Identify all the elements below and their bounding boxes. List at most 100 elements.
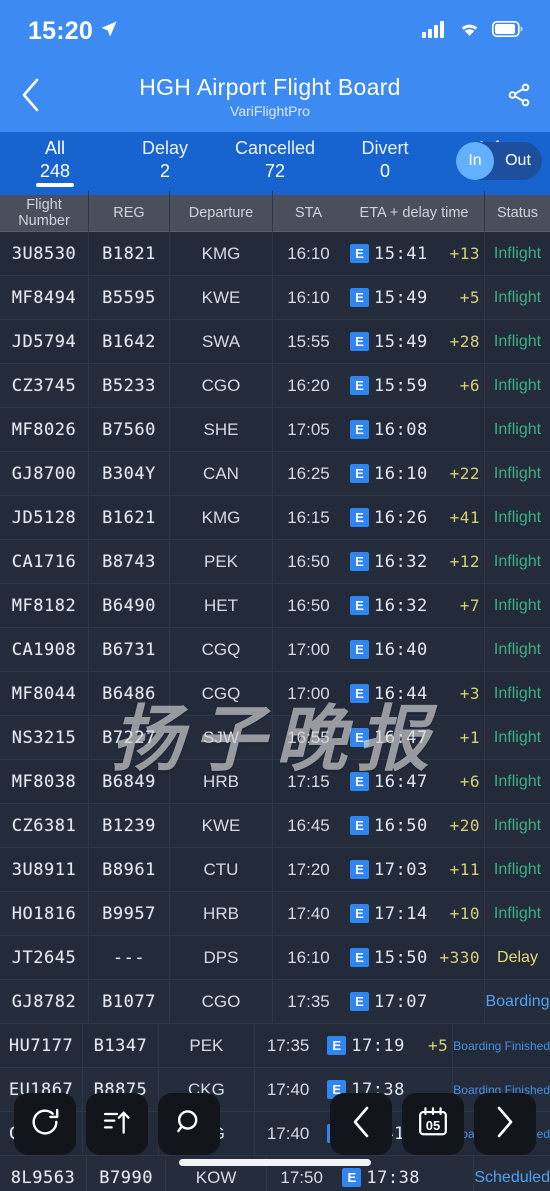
chevron-right-icon	[490, 1104, 520, 1145]
cell-status: Inflight	[484, 231, 550, 276]
table-row[interactable]: JT2645 --- DPS 16:10 E 15:50 +330 Delay	[0, 935, 550, 980]
eta-text: 16:50	[374, 815, 428, 836]
status-badge: Inflight	[493, 552, 542, 570]
flight-number-text: HU7177	[8, 1035, 74, 1056]
cell-flight-number: CA1716	[0, 552, 88, 572]
table-row[interactable]: 3U8911 B8961 CTU 17:20 E 17:03 +11 Inflight	[0, 847, 550, 892]
cell-departure: SJW	[170, 728, 272, 748]
reg-text: B1077	[102, 991, 156, 1012]
toggle-out-option[interactable]: Out	[494, 152, 542, 170]
status-badge: Inflight	[493, 904, 542, 922]
tab-cancelled[interactable]: Cancelled 72	[220, 137, 330, 183]
column-header-eta: ETA + delay time	[359, 205, 469, 221]
calendar-button[interactable]: 05	[402, 1093, 464, 1155]
chevron-left-icon	[346, 1104, 376, 1145]
cell-reg: B9957	[88, 891, 170, 936]
cell-eta: E 15:50 +330	[344, 948, 484, 968]
reg-text: B7990	[99, 1167, 153, 1188]
delay-minutes-text: +5	[428, 1036, 449, 1055]
cell-sta: 16:25	[272, 451, 344, 496]
eta-text: 17:19	[351, 1035, 405, 1056]
table-row[interactable]: MF8026 B7560 SHE 17:05 E 16:08 Inflight	[0, 407, 550, 452]
tab-divert[interactable]: Divert 0	[330, 137, 440, 183]
estimated-badge-icon: E	[350, 816, 369, 835]
estimated-badge-icon: E	[342, 1168, 362, 1187]
status-badge: Inflight	[493, 288, 542, 306]
table-row[interactable]: CA1716 B8743 PEK 16:50 E 16:32 +12 Inflight	[0, 539, 550, 584]
status-badge: Inflight	[493, 464, 542, 482]
estimated-badge-icon: E	[350, 420, 369, 439]
table-row[interactable]: GJ8782 B1077 CGO 17:35 E 17:07 Boarding	[0, 979, 550, 1024]
departure-text: CGO	[201, 991, 241, 1011]
reg-text: B7560	[102, 419, 156, 440]
table-row[interactable]: JD5794 B1642 SWA 15:55 E 15:49 +28 Inflight	[0, 319, 550, 364]
cell-reg: B1347	[82, 1023, 159, 1068]
sort-button[interactable]	[86, 1093, 148, 1155]
nav-bar: HGH Airport Flight Board VariFlightPro	[0, 62, 550, 132]
share-button[interactable]	[488, 82, 550, 113]
cell-flight-number: MF8026	[0, 420, 88, 440]
table-row[interactable]: JD5128 B1621 KMG 16:15 E 16:26 +41 Inflight	[0, 495, 550, 540]
table-row[interactable]: MF8038 B6849 HRB 17:15 E 16:47 +6 Inflight	[0, 759, 550, 804]
prev-day-button[interactable]	[330, 1093, 392, 1155]
tab-delay[interactable]: Delay 2	[110, 137, 220, 183]
table-row[interactable]: HU7177 B1347 PEK 17:35 E 17:19 +5 Boarding Fini…	[0, 1023, 550, 1068]
estimated-badge-icon: E	[350, 552, 369, 571]
table-row[interactable]: CA1908 B6731 CGQ 17:00 E 16:40 Inflight	[0, 627, 550, 672]
delay-minutes-text: +41	[449, 508, 480, 527]
cell-flight-number: GJ8700	[0, 464, 88, 484]
table-row[interactable]: 3U8530 B1821 KMG 16:10 E 15:41 +13 Inflight	[0, 231, 550, 276]
table-row[interactable]: MF8182 B6490 HET 16:50 E 16:32 +7 Inflight	[0, 583, 550, 628]
reg-text: B1621	[102, 507, 156, 528]
cell-status: Inflight	[484, 275, 550, 320]
cell-sta: 16:10	[272, 231, 344, 276]
cell-flight-number: 8L9563	[0, 1168, 86, 1188]
departure-text: PEK	[203, 551, 239, 571]
filter-tabs: All 248 Delay 2 Cancelled 72 Divert 0 In…	[0, 132, 550, 195]
sta-text: 17:00	[287, 639, 330, 659]
status-badge: Inflight	[493, 816, 542, 834]
reg-text: B1347	[93, 1035, 148, 1056]
cell-departure: HRB	[170, 904, 272, 924]
cell-eta: E 15:59 +6	[344, 376, 484, 396]
eta-text: 16:32	[374, 595, 428, 616]
sta-text: 16:10	[287, 287, 330, 307]
eta-text: 17:03	[374, 859, 428, 880]
table-row[interactable]: MF8044 B6486 CGQ 17:00 E 16:44 +3 Inflight	[0, 671, 550, 716]
flight-number-text: NS3215	[11, 727, 77, 748]
status-badge: Boarding	[485, 992, 550, 1010]
toggle-in-option[interactable]: In	[456, 142, 494, 180]
cell-departure: PEK	[170, 552, 272, 572]
in-out-toggle[interactable]: In Out	[456, 142, 542, 180]
table-row[interactable]: MF8494 B5595 KWE 16:10 E 15:49 +5 Inflight	[0, 275, 550, 320]
delay-minutes-text: +22	[449, 464, 480, 483]
table-row[interactable]: CZ3745 B5233 CGO 16:20 E 15:59 +6 Inflight	[0, 363, 550, 408]
refresh-button[interactable]	[14, 1093, 76, 1155]
departure-text: CTU	[203, 859, 239, 879]
eta-text: 16:44	[374, 683, 428, 704]
cell-status: Inflight	[484, 319, 550, 364]
cell-flight-number: CZ3745	[0, 376, 88, 396]
table-row[interactable]: GJ8700 B304Y CAN 16:25 E 16:10 +22 Inflight	[0, 451, 550, 496]
search-button[interactable]	[158, 1093, 220, 1155]
delay-minutes-text: +6	[459, 772, 480, 791]
sta-text: 16:10	[287, 947, 330, 967]
cell-sta: 16:15	[272, 495, 344, 540]
cell-departure: SWA	[170, 332, 272, 352]
sta-text: 16:55	[287, 727, 330, 747]
cell-reg: B6731	[88, 627, 170, 672]
table-row[interactable]: NS3215 B7227 SJW 16:55 E 16:47 +1 Inflight	[0, 715, 550, 760]
cell-flight-number: JD5128	[0, 508, 88, 528]
cell-departure: CTU	[170, 860, 272, 880]
tab-all[interactable]: All 248	[0, 137, 110, 187]
cell-status: Inflight	[484, 891, 550, 936]
next-day-button[interactable]	[474, 1093, 536, 1155]
table-row[interactable]: HO1816 B9957 HRB 17:40 E 17:14 +10 Inflight	[0, 891, 550, 936]
sta-text: 17:35	[266, 1035, 310, 1055]
reg-text: B1821	[102, 243, 156, 264]
flight-table-body[interactable]: 3U8530 B1821 KMG 16:10 E 15:41 +13 Inflight MF84…	[0, 231, 550, 1191]
table-row[interactable]: CZ6381 B1239 KWE 16:45 E 16:50 +20 Inflight	[0, 803, 550, 848]
wifi-icon	[458, 20, 481, 43]
sta-text: 16:15	[287, 507, 330, 527]
cell-departure: DPS	[170, 948, 272, 968]
